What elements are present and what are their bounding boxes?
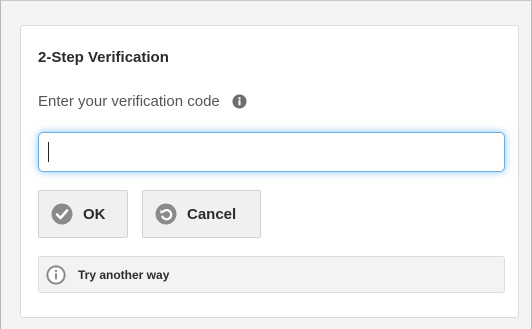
ok-button[interactable]: OK <box>38 190 128 238</box>
verification-dialog: 2-Step Verification Enter your verificat… <box>20 25 519 318</box>
info-circle-icon <box>46 264 66 285</box>
check-circle-icon <box>51 203 73 225</box>
text-caret <box>48 142 49 162</box>
ok-button-label: OK <box>83 205 106 223</box>
prompt-row: Enter your verification code <box>38 93 247 110</box>
window-frame: 2-Step Verification Enter your verificat… <box>0 0 532 329</box>
dialog-title: 2-Step Verification <box>38 49 169 66</box>
verification-code-input[interactable] <box>38 132 505 172</box>
undo-circle-icon <box>155 203 177 225</box>
prompt-label: Enter your verification code <box>38 93 220 110</box>
cancel-button[interactable]: Cancel <box>142 190 261 238</box>
info-icon[interactable] <box>232 94 247 109</box>
cancel-button-label: Cancel <box>187 205 237 223</box>
try-another-way-label: Try another way <box>78 267 170 282</box>
try-another-way-link[interactable]: Try another way <box>38 256 505 293</box>
